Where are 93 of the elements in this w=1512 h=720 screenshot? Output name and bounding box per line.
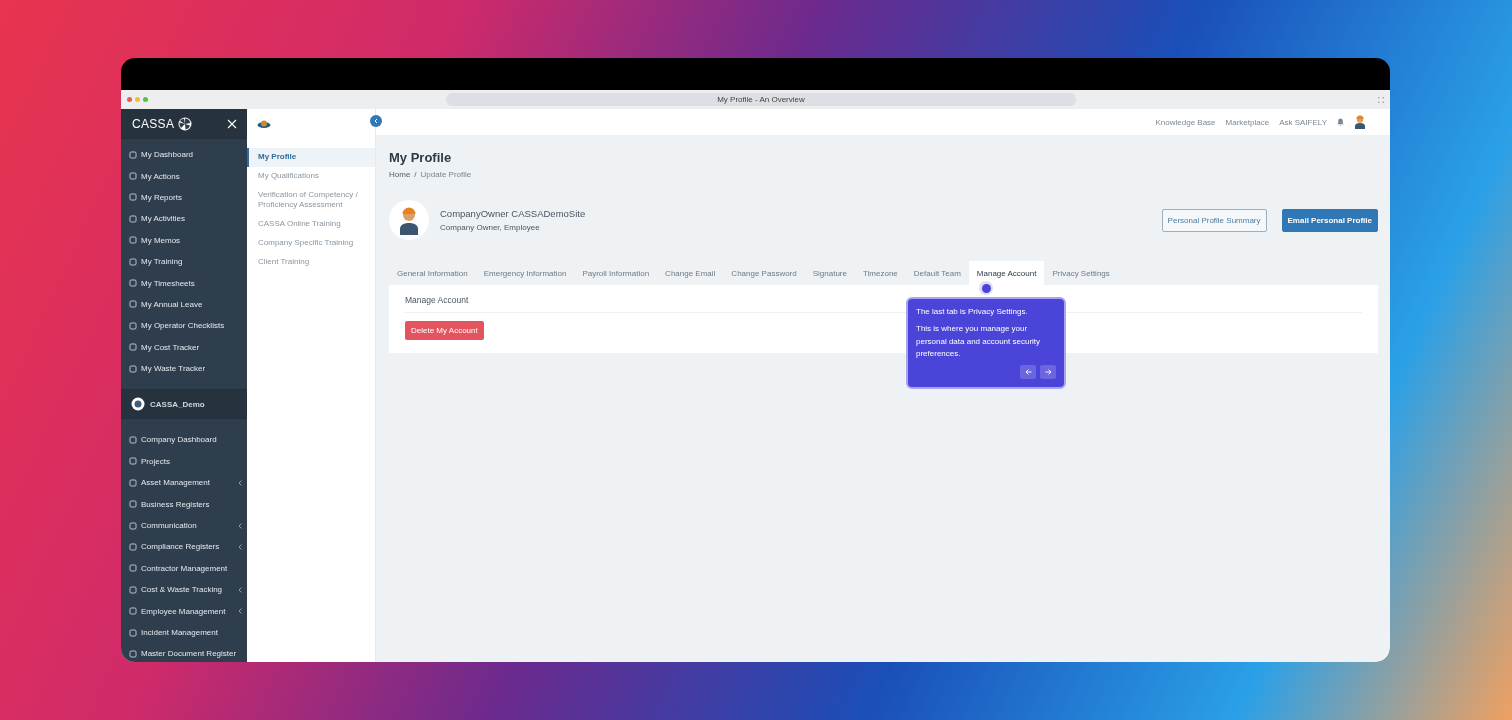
chevron-icon [238, 479, 242, 486]
sidebar-item[interactable]: Cost & Waste Tracking [121, 579, 247, 601]
sidebar-item[interactable]: Company Dashboard [121, 429, 247, 451]
square-icon [129, 321, 137, 330]
chevron-icon [238, 586, 242, 593]
arrow-left-icon [1024, 368, 1032, 375]
minimize-dot[interactable] [135, 97, 140, 102]
top-link[interactable]: Knowledge Base [1155, 117, 1216, 127]
close-icon[interactable] [227, 119, 237, 129]
top-link[interactable]: Ask SAIFELY [1279, 117, 1327, 127]
tab[interactable]: Privacy Settings [1044, 261, 1118, 285]
profile-roles: Company Owner, Employee [440, 223, 541, 232]
sidebar-item[interactable]: My Timesheets [121, 272, 247, 294]
chevron-icon [238, 522, 242, 529]
square-icon [129, 364, 137, 373]
sidebar-item[interactable]: Compliance Registers [121, 536, 247, 558]
sidebar-item[interactable]: Master Document Register [121, 643, 247, 662]
close-dot[interactable] [127, 97, 132, 102]
sidebar-item[interactable]: My Actions [121, 165, 247, 187]
sidebar-item[interactable]: My Dashboard [121, 144, 247, 166]
address-bar[interactable]: My Profile - An Overview [446, 93, 1076, 106]
sidebar-item[interactable]: Business Registers [121, 493, 247, 515]
square-icon [129, 500, 137, 509]
sidebar-item[interactable]: My Training [121, 250, 247, 273]
tab[interactable]: Default Team [905, 261, 969, 285]
square-icon [129, 150, 137, 159]
square-icon [129, 649, 137, 658]
square-icon [129, 607, 137, 616]
tab[interactable]: Manage Account [968, 261, 1045, 285]
next-button[interactable] [1040, 364, 1056, 379]
square-icon [129, 343, 137, 352]
company-logo-icon [257, 119, 271, 129]
sidebar-item[interactable]: My Reports [121, 186, 247, 209]
subnav-item[interactable]: My Profile [247, 148, 375, 167]
top-link[interactable]: Marketplace [1225, 117, 1270, 127]
user-avatar-icon[interactable] [1354, 115, 1366, 129]
tab[interactable]: Emergency Information [475, 261, 575, 285]
tab[interactable]: Timezone [855, 261, 906, 285]
chevron-icon [238, 543, 242, 550]
sidebar-item[interactable]: My Waste Tracker [121, 357, 247, 380]
previous-button[interactable] [1020, 364, 1036, 379]
company-logo-icon [131, 397, 145, 412]
square-icon [129, 257, 137, 266]
company-name: CASSA_Demo [150, 399, 205, 409]
sidebar-item[interactable]: Employee Management [121, 600, 247, 622]
profile-name: CompanyOwner CASSADemoSite [440, 208, 587, 219]
maximize-dot[interactable] [143, 97, 148, 102]
square-icon [129, 279, 137, 288]
sidebar-item[interactable]: My Operator Checklists [121, 315, 247, 337]
profile-summary-button[interactable]: Personal Profile Summary [1161, 208, 1267, 232]
bell-icon[interactable] [1337, 118, 1344, 126]
square-icon [129, 236, 137, 245]
square-icon [129, 542, 137, 551]
square-icon [129, 478, 137, 487]
email-profile-button[interactable]: Email Personal Profile [1281, 208, 1378, 232]
chevron-left-icon [373, 118, 379, 124]
tab[interactable]: Change Email [657, 261, 724, 285]
person-silhouette-icon [398, 205, 420, 235]
tour-text: This is where you manage your personal data and account security preferences. [916, 323, 1042, 361]
square-icon [129, 585, 137, 594]
tab[interactable]: General Information [389, 261, 476, 285]
breadcrumb-separator: / [414, 170, 417, 179]
sidebar-item[interactable]: Contractor Management [121, 557, 247, 580]
sidebar-item[interactable]: My Memos [121, 229, 247, 251]
logo-mark-icon [178, 117, 193, 131]
sidebar-item[interactable]: Projects [121, 450, 247, 473]
square-icon [129, 457, 137, 466]
arrow-right-icon [1044, 368, 1052, 375]
square-icon [129, 300, 137, 309]
square-icon [129, 193, 137, 202]
tab[interactable]: Change Password [723, 261, 805, 285]
cassa-logo: CASSA [132, 117, 175, 131]
sidebar-item[interactable]: My Activities [121, 208, 247, 230]
tab[interactable]: Payroll Information [574, 261, 658, 285]
delete-account-button[interactable]: Delete My Account [405, 321, 484, 340]
sidebar-item[interactable]: My Cost Tracker [121, 336, 247, 358]
square-icon [129, 436, 137, 444]
sidebar-item[interactable]: Asset Management [121, 472, 247, 494]
square-icon [129, 564, 137, 573]
sidebar-item[interactable]: Communication [121, 514, 247, 537]
square-icon [129, 521, 137, 530]
chevron-icon [238, 608, 242, 615]
sidebar-item[interactable]: My Annual Leave [121, 293, 247, 316]
breadcrumb-link[interactable]: Home [389, 170, 411, 179]
square-icon [129, 628, 137, 637]
page-title: My Profile [389, 150, 453, 165]
square-icon [129, 172, 137, 181]
tab[interactable]: Signature [804, 261, 855, 285]
breadcrumb-current: Update Profile [420, 170, 472, 179]
square-icon [129, 214, 137, 223]
tour-title: The last tab is Privacy Settings. [916, 307, 1029, 318]
sidebar-item[interactable]: Incident Management [121, 621, 247, 644]
fullscreen-icon[interactable] [1378, 96, 1384, 103]
